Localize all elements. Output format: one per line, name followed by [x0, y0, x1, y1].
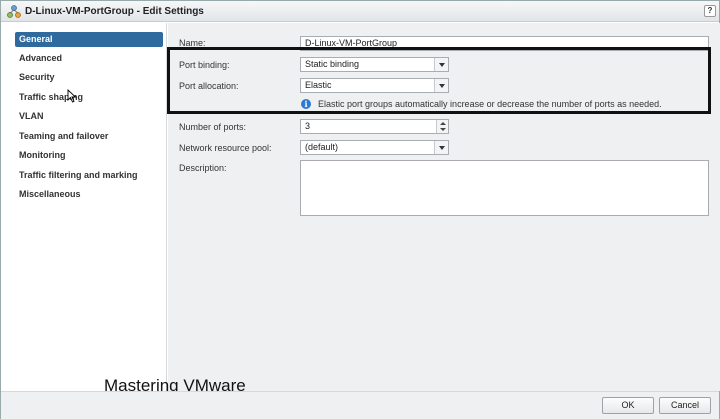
number-of-ports-stepper[interactable]: 3 — [300, 119, 449, 134]
dialog-footer: OK Cancel — [1, 391, 719, 419]
ok-button[interactable]: OK — [602, 397, 654, 414]
highlight-box — [167, 47, 711, 114]
network-resource-pool-value: (default) — [305, 142, 339, 152]
help-button[interactable]: ? — [704, 5, 716, 17]
spinner-arrows-icon[interactable] — [436, 120, 448, 133]
sidebar-item-advanced[interactable]: Advanced — [15, 51, 163, 66]
chevron-down-icon[interactable] — [434, 141, 448, 154]
portgroup-icon — [7, 5, 21, 18]
sidebar-item-miscellaneous[interactable]: Miscellaneous — [15, 187, 163, 202]
sidebar-item-traffic-shaping[interactable]: Traffic shaping — [15, 90, 163, 105]
sidebar-item-general[interactable]: General — [15, 32, 163, 47]
description-textarea[interactable] — [300, 160, 709, 216]
network-resource-pool-label: Network resource pool: — [179, 143, 272, 153]
dialog-title: D-Linux-VM-PortGroup - Edit Settings — [25, 6, 204, 17]
network-resource-pool-select[interactable]: (default) — [300, 140, 449, 155]
edit-settings-dialog: D-Linux-VM-PortGroup - Edit Settings ? G… — [0, 0, 720, 419]
number-of-ports-label: Number of ports: — [179, 122, 247, 132]
title-bar[interactable]: D-Linux-VM-PortGroup - Edit Settings ? — [1, 1, 719, 22]
cancel-button[interactable]: Cancel — [659, 397, 711, 414]
sidebar-item-security[interactable]: Security — [15, 70, 163, 85]
sidebar-item-monitoring[interactable]: Monitoring — [15, 148, 163, 163]
sidebar-item-traffic-filtering[interactable]: Traffic filtering and marking — [15, 168, 163, 183]
mouse-cursor-icon — [67, 89, 77, 103]
settings-sidebar: General Advanced Security Traffic shapin… — [1, 23, 167, 391]
number-of-ports-value: 3 — [305, 121, 311, 131]
description-label: Description: — [179, 163, 227, 173]
sidebar-item-teaming-and-failover[interactable]: Teaming and failover — [15, 129, 163, 144]
sidebar-item-vlan[interactable]: VLAN — [15, 109, 163, 124]
